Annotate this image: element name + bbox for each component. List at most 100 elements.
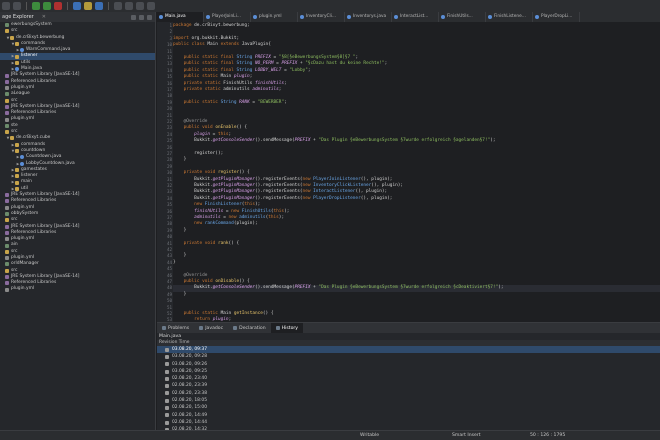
view-menu-icon[interactable] (147, 14, 152, 20)
revision-icon (165, 413, 169, 418)
back-icon[interactable] (136, 2, 144, 10)
revision-icon (165, 354, 169, 359)
revision-time: 02.08.20, 15:00 (172, 405, 207, 411)
editor-tab[interactable]: PlayerDropLi... (533, 12, 580, 22)
view-tab-problems[interactable]: Problems (157, 323, 194, 333)
pkg-icon (10, 35, 14, 40)
revision-icon (165, 420, 169, 425)
open-type-icon[interactable] (114, 2, 122, 10)
pkg-icon (5, 130, 9, 135)
history-row[interactable]: 02.08.20, 23:38 (157, 390, 660, 397)
forward-icon[interactable] (147, 2, 155, 10)
file-icon (5, 117, 9, 122)
collapse-all-icon[interactable] (131, 14, 136, 20)
pkg-icon (15, 180, 19, 185)
java-icon (20, 155, 24, 160)
pkg-icon (5, 268, 9, 273)
lib-icon (5, 224, 9, 229)
view-tab-history[interactable]: History (270, 323, 303, 333)
pkg-icon (15, 167, 19, 172)
view-tab-label: Declaration (239, 325, 266, 331)
run-icon[interactable] (43, 2, 51, 10)
revision-time: 02.08.20, 23:39 (172, 383, 207, 389)
editor-tab[interactable]: Main.java (157, 12, 204, 22)
new-class-icon[interactable] (95, 2, 103, 10)
problems-icon (162, 326, 166, 330)
toolbar-separator (67, 2, 68, 10)
file-icon (5, 256, 9, 261)
pkg-icon (15, 42, 19, 47)
revision-time: 02.08.20, 14:49 (172, 412, 207, 418)
proj-icon (5, 243, 9, 248)
lib-icon (5, 199, 9, 204)
java-icon (15, 67, 19, 72)
new-icon[interactable] (2, 2, 10, 10)
lib-icon (5, 73, 9, 78)
debug-icon[interactable] (32, 2, 40, 10)
history-file-name: Main.java (159, 334, 182, 339)
lib-icon (5, 79, 9, 84)
editor-tab[interactable]: plugin.yml (251, 12, 298, 22)
revision-icon (165, 398, 169, 403)
revision-icon (165, 384, 169, 389)
search-icon[interactable] (125, 2, 133, 10)
history-row[interactable]: 02.08.20, 14:49 (157, 412, 660, 419)
editor-tab[interactable]: Inventorys.java (345, 12, 392, 22)
editor-tabs: Main.java PlayerJoinLi... plugin.yml Invent… (157, 12, 660, 22)
close-icon[interactable]: ✕ (42, 14, 46, 20)
new-package-icon[interactable] (84, 2, 92, 10)
proj-icon (5, 123, 9, 128)
toolbar-separator (108, 2, 109, 10)
cursor-position: 50 : 126 : 1795 (530, 433, 566, 438)
editor-tab[interactable]: InventoryCli... (298, 12, 345, 22)
history-row[interactable]: 03.08.20, 09:26 (157, 361, 660, 368)
file-icon (5, 287, 9, 292)
lib-icon (5, 275, 9, 280)
editor-tab[interactable]: InteractList... (392, 12, 439, 22)
view-tab-label: History (281, 325, 298, 331)
package-explorer: age Explorer ✕ ewerbungsSystem src ▼ de.crB… (0, 12, 156, 440)
bottom-view-tabs: Problems Javadoc Declaration History (157, 323, 660, 333)
editor-tab[interactable]: FinishListene... (486, 12, 533, 22)
history-row[interactable]: 02.08.20, 14:44 (157, 419, 660, 426)
history-row[interactable]: 03.08.20, 09:28 (157, 353, 660, 360)
view-tab-javadoc[interactable]: Javadoc (194, 323, 228, 333)
java-icon (20, 161, 24, 166)
revision-icon (165, 369, 169, 374)
revision-time: 02.08.20, 23:40 (172, 376, 207, 382)
external-tools-icon[interactable] (54, 2, 62, 10)
pkg-icon (15, 142, 19, 147)
revision-icon (165, 391, 169, 396)
pkg-icon (15, 174, 19, 179)
tree-item[interactable]: plugin.yml (0, 286, 155, 292)
revision-icon (165, 406, 169, 411)
proj-icon (5, 23, 9, 28)
editor-tab[interactable]: PlayerJoinLi... (204, 12, 251, 22)
view-tab-declaration[interactable]: Declaration (228, 323, 270, 333)
pkg-icon (5, 98, 9, 103)
pkg-icon (15, 54, 19, 59)
line-number-gutter: 1 2 3 10 11 12 13 14 15 16 17 18 19 20 21 22 23 24 25 26 27 2… (157, 22, 173, 322)
writable-status: Writable (360, 433, 380, 438)
editor-tab[interactable]: FinishUtils... (439, 12, 486, 22)
pkg-icon (5, 29, 9, 34)
lib-icon (5, 281, 9, 286)
new-java-project-icon[interactable] (73, 2, 81, 10)
history-row[interactable]: 02.08.20, 23:39 (157, 382, 660, 389)
history-rows: 03.08.20, 09:37 03.08.20, 09:28 03.08.20, … (157, 346, 660, 430)
package-explorer-tab[interactable]: age Explorer ✕ (0, 12, 155, 22)
history-row[interactable]: 03.08.20, 09:37 (157, 346, 660, 354)
file-icon (5, 205, 9, 210)
lib-icon (5, 230, 9, 235)
history-row[interactable]: 02.08.20, 15:00 (157, 404, 660, 411)
history-row[interactable]: 03.08.20, 09:25 (157, 368, 660, 375)
pkg-icon (10, 136, 14, 141)
link-editor-icon[interactable] (139, 14, 144, 20)
proj-icon (5, 212, 9, 217)
package-explorer-title: age Explorer (2, 14, 34, 20)
history-row[interactable]: 02.08.20, 23:40 (157, 375, 660, 382)
history-row[interactable]: 02.08.20, 18:05 (157, 397, 660, 404)
save-icon[interactable] (13, 2, 21, 10)
code-area[interactable]: package de.crBixyt.bewerbung; import org.… (173, 22, 660, 322)
code-editor[interactable]: 1 2 3 10 11 12 13 14 15 16 17 18 19 20 21 22 23 24 25 26 27 2… (157, 22, 660, 322)
